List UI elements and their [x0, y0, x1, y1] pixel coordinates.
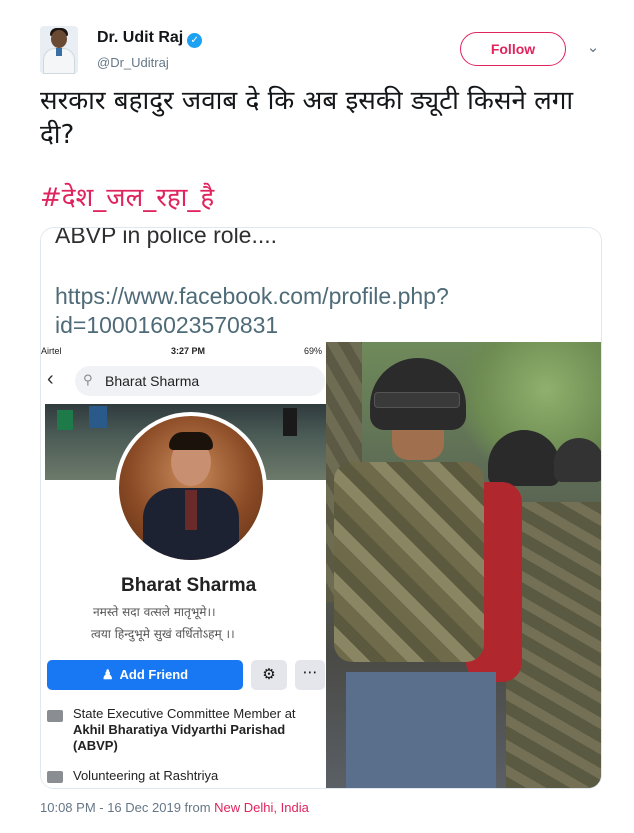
- search-query: Bharat Sharma: [105, 373, 200, 389]
- media-caption-title: ABVP in police role....: [55, 227, 278, 248]
- protest-photo: [326, 342, 601, 788]
- work-info-line: State Executive Committee Member at: [73, 706, 296, 721]
- profile-bio-line: त्वया हिन्दुभूमे सुखं वर्धितोऽहम् ।।: [91, 627, 235, 641]
- work-info-line: Akhil Bharatiya Vidyarthi Parishad: [73, 722, 286, 737]
- tweet-timestamp[interactable]: 10:08 PM - 16 Dec 2019 from: [40, 800, 214, 815]
- profile-bio-line: नमस्ते सदा वत्सले मातृभूमे।।: [93, 605, 216, 619]
- carrier-label: Airtel: [41, 346, 62, 356]
- back-arrow-icon: ‹: [47, 368, 54, 390]
- tweet-text: सरकार बहादुर जवाब दे कि अब इसकी ड्यूटी क…: [40, 86, 574, 150]
- verified-badge-icon: ✓: [187, 33, 203, 48]
- author-handle[interactable]: @Dr_Uditraj: [97, 55, 169, 70]
- battery-level: 69%: [303, 346, 322, 356]
- profile-name: Bharat Sharma: [121, 575, 257, 596]
- tweet-location[interactable]: New Delhi, India: [214, 800, 309, 815]
- gear-icon: ⚙: [251, 660, 287, 690]
- avatar[interactable]: [40, 26, 78, 74]
- hashtag-link[interactable]: #देश_जल_रहा_है: [40, 178, 214, 214]
- profile-picture: [115, 412, 267, 564]
- status-time: 3:27 PM: [171, 346, 206, 356]
- briefcase-icon: [47, 710, 63, 722]
- search-icon: ⚲: [83, 372, 93, 387]
- add-friend-button: ♟ Add Friend: [47, 660, 243, 690]
- tweet-header: Dr. Udit Raj ✓ @Dr_Uditraj Follow ⌄: [40, 22, 610, 78]
- follow-button[interactable]: Follow: [460, 32, 566, 66]
- search-bar: ⚲ Bharat Sharma: [75, 366, 325, 396]
- facebook-screenshot: Airtel 3:27 PM 69% ‹ ⚲ Bharat Sharma Bha…: [41, 342, 326, 788]
- tweet-metadata: 10:08 PM - 16 Dec 2019 from New Delhi, I…: [40, 800, 309, 815]
- author-name-text[interactable]: Dr. Udit Raj: [97, 29, 183, 46]
- tweet-media[interactable]: ABVP in police role.... https://www.face…: [40, 227, 602, 789]
- briefcase-icon: [47, 771, 63, 783]
- add-person-icon: ♟: [101, 667, 114, 682]
- add-friend-label: Add Friend: [119, 667, 189, 682]
- volunteer-info-line: Volunteering at Rashtriya: [73, 768, 219, 783]
- media-caption-url: https://www.facebook.com/profile.php?id=…: [55, 283, 449, 338]
- chevron-down-icon[interactable]: ⌄: [583, 38, 603, 58]
- author-name[interactable]: Dr. Udit Raj ✓: [97, 29, 203, 48]
- phone-status-bar: Airtel 3:27 PM 69%: [41, 346, 326, 360]
- more-icon: ⋯: [295, 660, 325, 690]
- work-info-line: (ABVP): [73, 738, 118, 753]
